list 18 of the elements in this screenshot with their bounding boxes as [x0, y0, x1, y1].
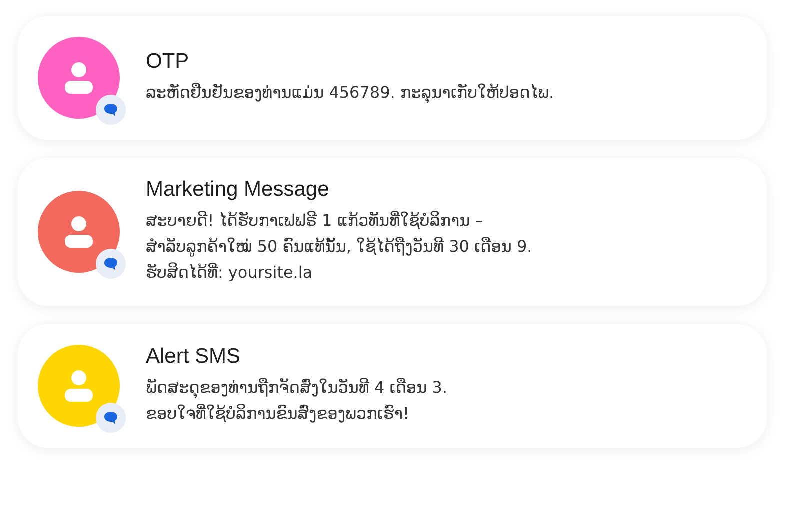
chat-badge-icon [96, 403, 126, 433]
message-title: Marketing Message [146, 178, 330, 202]
message-text: ສະບາຍດີ! ໄດ້ຮັບກາເຟຟຣີ 1 ແກ້ວທັນທີ່ໃຊ້ບໍລິການ – [146, 210, 484, 232]
message-card[interactable]: Alert SMS ພັດສະດຸຂອງທ່ານຖືກຈັດສົ່ງໃນວັນທີ 4 ເດືອນ 3. ຂອບໃຈທີ່ໃຊ້ບໍລິການຂົນສົ່ງຂອງພວກເຮົາ! [18, 324, 767, 448]
message-text: ສຳລັບລູກຄ້າໃໝ່ 50 ຄົນແທ້ນັ້ນ, ໃຊ້ໄດ້ຖືງວັນທີ 30 ເດືອນ 9. [146, 236, 532, 259]
message-text: ພັດສະດຸຂອງທ່ານຖືກຈັດສົ່ງໃນວັນທີ 4 ເດືອນ 3. [146, 377, 448, 400]
message-card[interactable]: Marketing Message ສະບາຍດີ! ໄດ້ຮັບກາເຟຟຣີ 1 ແກ້ວທັນທີ່ໃຊ້ບໍລິການ – ສຳລັບລູກຄ້າໃໝ່ 50 ຄົນແທ້ນັ້ນ, ໃຊ້ໄດ້ຖືງວັນທີ 30 ເດືອນ 9. ຮັບສິດໄດ້ທີ່: yoursite.la [18, 158, 767, 306]
chat-badge-icon [96, 249, 126, 279]
message-card[interactable]: OTP ລະຫັດຢືນຢັນຂອງທ່ານແມ່ນ 456789. ກະລຸນາເກັບໃຫ້ປອດໄພ. [18, 16, 767, 140]
message-title: OTP [146, 50, 190, 74]
message-text: ຮັບສິດໄດ້ທີ່: yoursite.la [146, 262, 314, 284]
message-text: ລະຫັດຢືນຢັນຂອງທ່ານແມ່ນ 456789. ກະລຸນາເກັບໃຫ້ປອດໄພ. [146, 82, 554, 106]
message-title: Alert SMS [146, 345, 242, 369]
person-icon [62, 61, 96, 95]
person-icon [62, 369, 96, 403]
person-icon [62, 215, 96, 249]
chat-badge-icon [96, 95, 126, 125]
message-text: ຂອບໃຈທີ່ໃຊ້ບໍລິການຂົນສົ່ງຂອງພວກເຮົາ! [146, 403, 410, 425]
